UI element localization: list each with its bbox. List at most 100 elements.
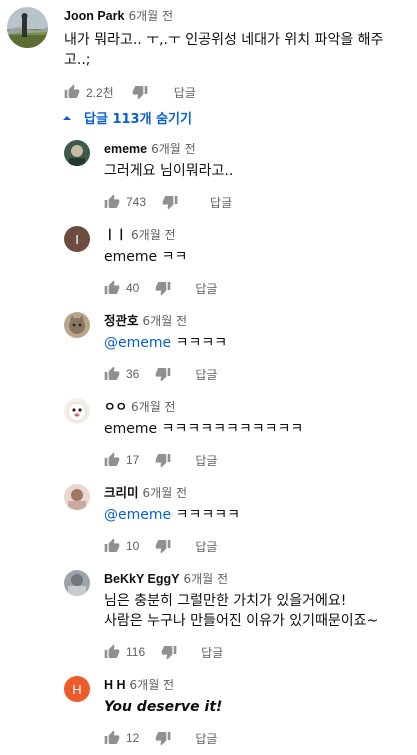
hide-replies-toggle[interactable]: 답글 113개 숨기기 [62,108,192,127]
dislike-button[interactable] [155,538,171,554]
avatar-letter: I [64,226,90,252]
comment-text: ememe ㅋㅋㅋㅋㅋㅋㅋㅋㅋㅋㅋ [104,421,304,437]
avatar[interactable] [64,398,90,424]
reply-button[interactable]: 답글 [195,452,217,469]
comment-text: @ememe ㅋㅋㅋㅋ [104,333,404,353]
thumbs-up-icon [104,194,120,208]
thumbs-up-icon [104,730,120,744]
comment-actions: 2.2천 답글 [64,82,196,102]
comment-body: ㅋㅋㅋㅋ [171,335,228,351]
author-name[interactable]: 정관호 [104,314,139,328]
like-button[interactable]: 12 [104,730,139,746]
author-line: 정관호 6개월 전 [104,313,187,329]
dog-photo-avatar-icon [64,398,90,424]
hide-replies-label: 답글 113개 숨기기 [84,112,192,127]
mention-link[interactable]: @ememe [104,335,171,351]
author-name[interactable]: ememe [104,142,147,156]
author-line: Joon Park 6개월 전 [64,8,173,24]
timestamp[interactable]: 6개월 전 [128,9,173,23]
mention-link[interactable]: @ememe [104,507,171,523]
top-comment: Joon Park 6개월 전 내가 뭐라고.. ㅜ,.ㅜ 인공위성 네대가 위치… [0,0,417,105]
comment-body: ㅋㅋㅋㅋㅋ [171,507,240,523]
timestamp[interactable]: 6개월 전 [131,400,176,414]
like-button[interactable]: 10 [104,538,139,554]
author-line: 크리미 6개월 전 [104,485,187,501]
avatar[interactable] [64,570,90,596]
like-button[interactable]: 743 [104,194,146,210]
timestamp[interactable]: 6개월 전 [131,228,176,242]
photo-avatar-icon [64,570,90,596]
thumbs-up-icon [104,538,120,552]
avatar[interactable]: H [64,676,90,702]
author-name[interactable]: H H [104,678,126,692]
reply-button[interactable]: 답글 [201,644,223,661]
like-button[interactable]: 116 [104,644,145,660]
dislike-button[interactable] [132,84,148,100]
dislike-button[interactable] [155,366,171,382]
like-count: 40 [126,281,140,295]
landscape-photo-avatar-icon [7,7,48,48]
avatar[interactable] [64,484,90,510]
avatar[interactable] [64,140,90,166]
photo-avatar-icon [64,140,90,166]
like-count: 12 [126,731,140,745]
author-name[interactable]: 크리미 [104,486,139,500]
like-button[interactable]: 36 [104,366,139,382]
like-button[interactable]: 40 [104,280,139,296]
thumbs-up-icon [104,452,120,466]
comment-line: 님은 충분히 그럴만한 가치가 있을거에요! [104,593,347,609]
comment-actions: 36 답글 [104,364,217,384]
like-button[interactable]: 2.2천 [64,84,114,101]
like-count: 10 [126,539,140,553]
thumbs-up-icon [104,644,120,658]
thumbs-down-icon [162,196,178,210]
reply-button[interactable]: 답글 [195,538,217,555]
timestamp[interactable]: 6개월 전 [184,572,229,586]
comment-actions: 10 답글 [104,536,217,556]
thumbs-down-icon [132,86,148,100]
avatar-letter: H [64,676,90,702]
avatar[interactable] [64,312,90,338]
comment-actions: 12 답글 [104,728,217,748]
like-count: 2.2천 [86,85,114,100]
comment-text: ememe ㅋㅋ [104,249,188,265]
dislike-button[interactable] [162,194,178,210]
timestamp[interactable]: 6개월 전 [143,486,188,500]
comment-text: 내가 뭐라고.. ㅜ,.ㅜ 인공위성 네대가 위치 파악을 해주고..; [64,32,384,68]
comment-text: You deserve it! [104,699,223,715]
like-count: 743 [126,195,147,209]
author-line: ememe 6개월 전 [104,141,196,157]
reply-button[interactable]: 답글 [174,84,196,101]
comment-actions: 17 답글 [104,450,217,470]
thumbs-up-icon [64,84,80,98]
thumbs-down-icon [156,368,171,382]
author-name[interactable]: Joon Park [64,9,124,23]
author-name[interactable]: BeKkY EggY [104,572,180,586]
dislike-button[interactable] [155,452,171,468]
author-line: BeKkY EggY 6개월 전 [104,571,228,587]
thumbs-down-icon [156,540,171,554]
dislike-button[interactable] [155,730,171,746]
like-button[interactable]: 17 [104,452,139,468]
avatar[interactable]: I [64,226,90,252]
comment-actions: 40 답글 [104,278,217,298]
reply-button[interactable]: 답글 [195,366,217,383]
avatar[interactable] [7,7,48,48]
timestamp[interactable]: 6개월 전 [130,678,175,692]
thumbs-down-icon [161,646,177,660]
timestamp[interactable]: 6개월 전 [151,142,196,156]
like-count: 17 [126,453,140,467]
dislike-button[interactable] [161,644,177,660]
dislike-button[interactable] [155,280,171,296]
like-count: 36 [126,367,140,381]
comment-line: 사람은 누구나 만들어진 이유가 있기때문이죠~ [104,613,379,629]
author-name[interactable]: ㅣㅣ [104,228,127,242]
author-name[interactable]: ㅇㅇ [104,400,127,414]
chevron-up-icon [63,115,71,120]
cat-photo-avatar-icon [64,312,90,338]
reply-button[interactable]: 답글 [210,194,232,211]
timestamp[interactable]: 6개월 전 [143,314,188,328]
comment-actions: 116 답글 [104,642,223,662]
reply-button[interactable]: 답글 [195,280,217,297]
reply-button[interactable]: 답글 [195,730,217,747]
